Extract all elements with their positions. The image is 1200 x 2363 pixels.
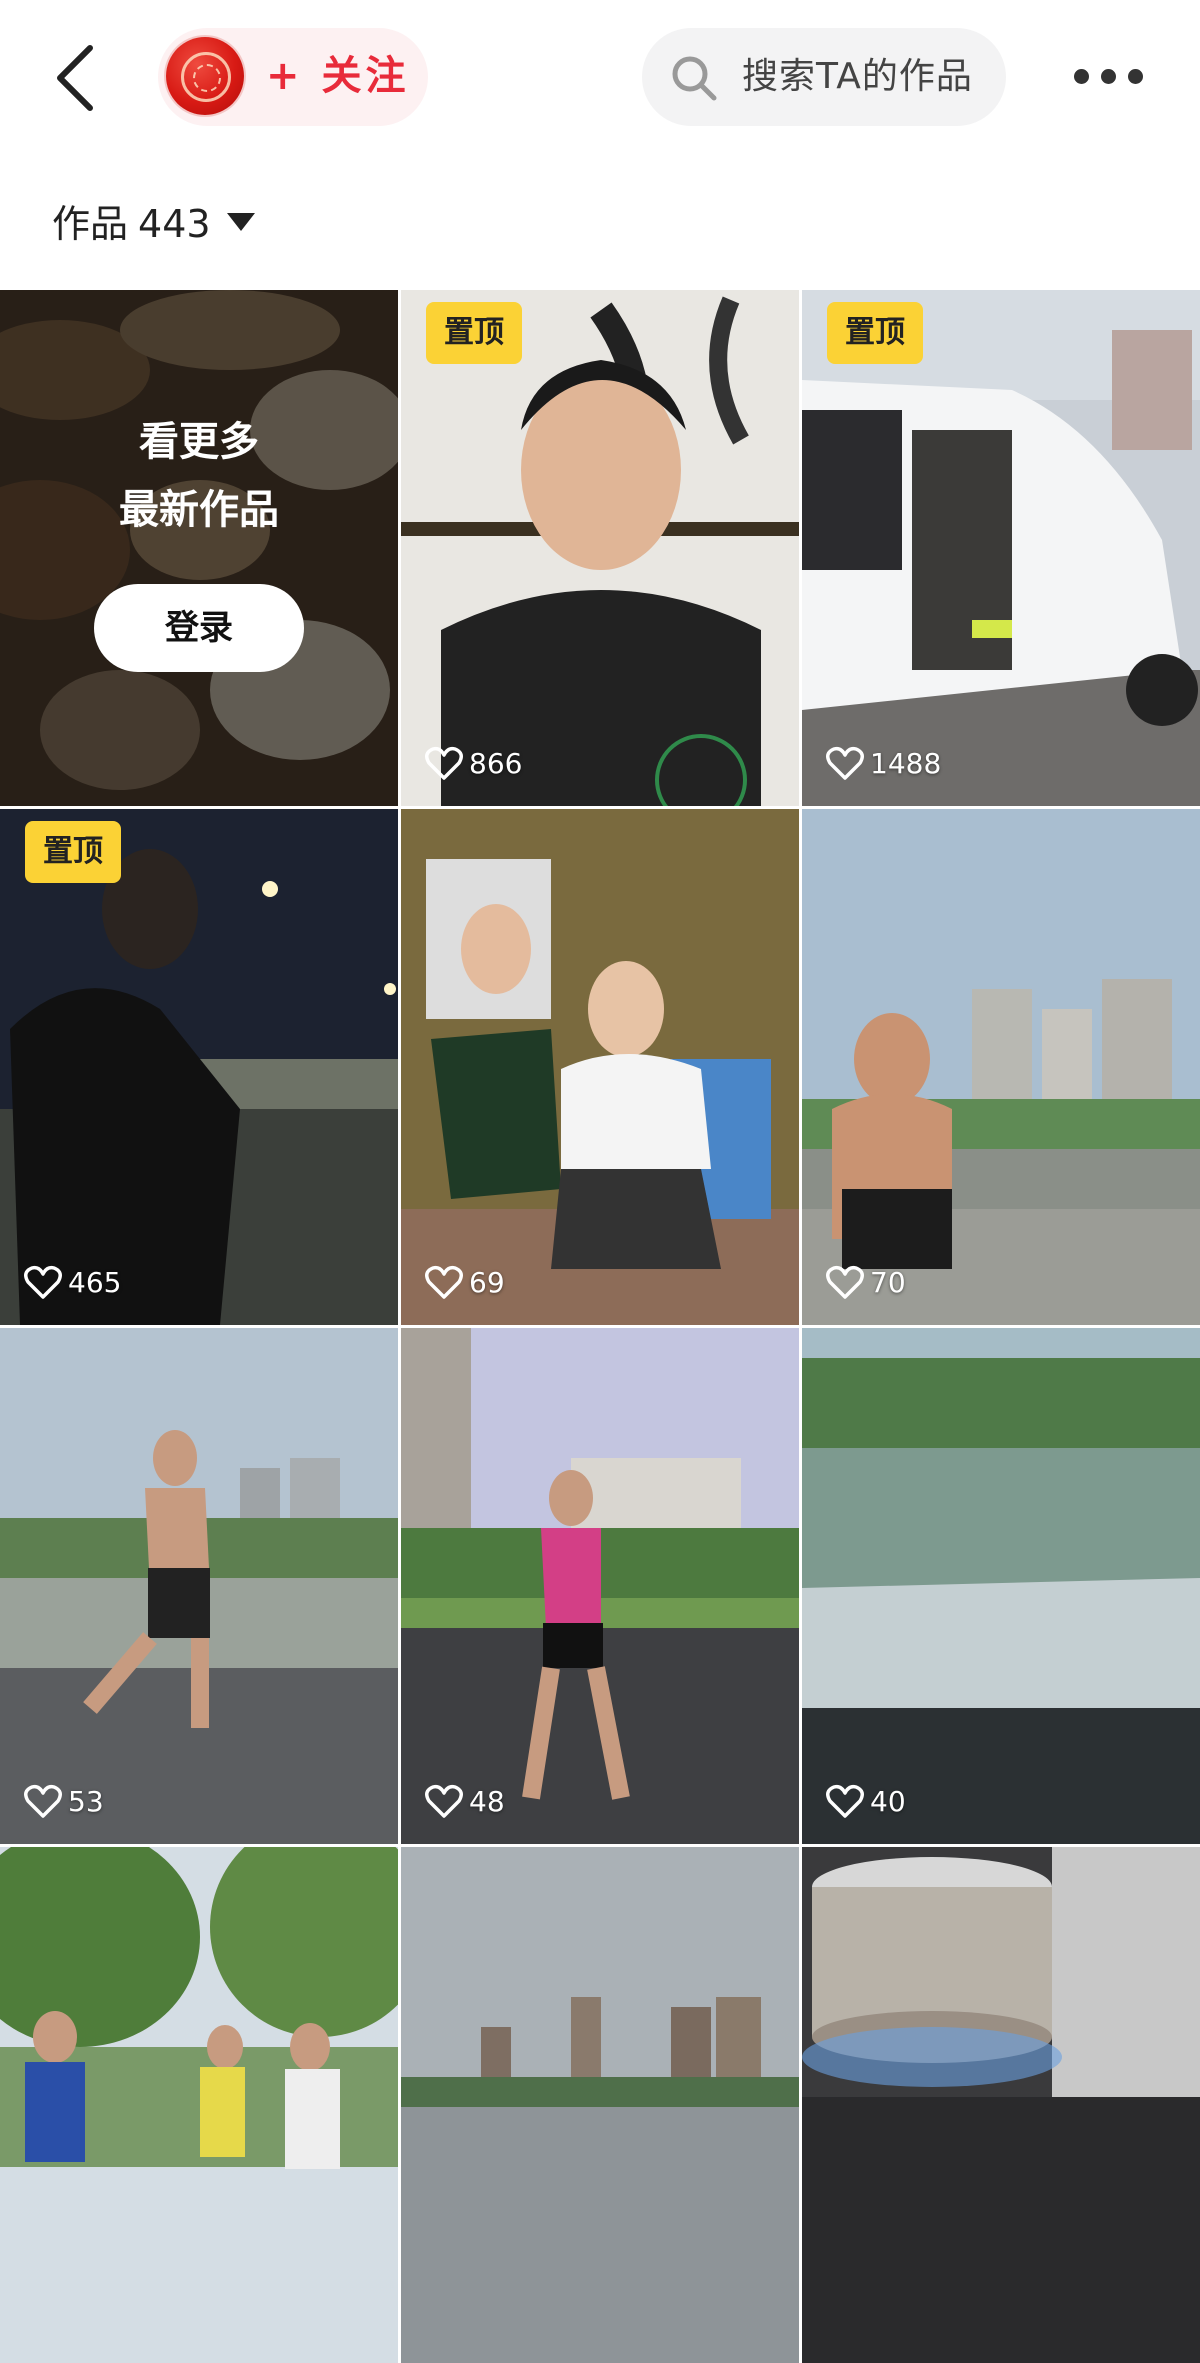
video-thumbnail[interactable]: 48 — [401, 1328, 799, 1844]
search-input[interactable]: 搜索TA的作品 — [642, 28, 1006, 126]
video-thumbnail[interactable] — [0, 1847, 398, 2363]
heart-icon — [425, 1784, 463, 1818]
like-count: 69 — [425, 1263, 505, 1303]
video-thumbnail[interactable]: 40 — [802, 1328, 1200, 1844]
heart-icon — [24, 1265, 62, 1299]
portrait-thumbnail — [401, 290, 799, 806]
login-card[interactable]: 看更多 最新作品 登录 — [0, 290, 398, 806]
like-count: 48 — [425, 1782, 505, 1822]
runners-trees-thumbnail — [0, 1847, 398, 2363]
dark-overlay — [0, 290, 398, 806]
works-label: 作品 — [52, 202, 129, 246]
login-button[interactable]: 登录 — [94, 584, 304, 672]
video-thumbnail[interactable]: 69 — [401, 809, 799, 1325]
works-count: 443 — [138, 202, 211, 246]
follow-button[interactable]: + 关注 — [266, 48, 409, 104]
heart-icon — [24, 1784, 62, 1818]
pinned-badge: 置顶 — [426, 302, 522, 364]
works-count-filter[interactable]: 作品 443 — [52, 198, 255, 250]
top-bar: + 关注 搜索TA的作品 — [0, 0, 1200, 160]
flooded-road-thumbnail — [802, 1328, 1200, 1844]
riverside-thumbnail — [802, 809, 1200, 1325]
van-thumbnail — [802, 290, 1200, 806]
heart-icon — [826, 1784, 864, 1818]
more-options-icon[interactable] — [1074, 62, 1144, 92]
search-icon — [672, 56, 717, 101]
jersey-photo-thumbnail — [401, 809, 799, 1325]
caret-down-icon — [226, 213, 255, 231]
back-arrow-icon[interactable] — [50, 42, 110, 114]
heart-icon — [826, 1265, 864, 1299]
video-thumbnail[interactable]: 53 — [0, 1328, 398, 1844]
video-thumbnail[interactable] — [401, 1847, 799, 2363]
night-run-thumbnail — [0, 809, 398, 1325]
video-thumbnail[interactable]: 置顶 1488 — [802, 290, 1200, 806]
like-count: 70 — [826, 1263, 906, 1303]
heart-icon — [425, 746, 463, 780]
river-run-thumbnail — [0, 1328, 398, 1844]
video-thumbnail[interactable]: 70 — [802, 809, 1200, 1325]
like-count: 40 — [826, 1782, 906, 1822]
like-count: 465 — [24, 1263, 121, 1303]
video-thumbnail[interactable]: 置顶 465 — [0, 809, 398, 1325]
pinned-badge: 置顶 — [25, 821, 121, 883]
cooking-pot-thumbnail — [802, 1847, 1200, 2363]
heart-icon — [425, 1265, 463, 1299]
like-count: 1488 — [826, 744, 941, 784]
search-placeholder: 搜索TA的作品 — [742, 56, 973, 97]
park-run-thumbnail — [401, 1328, 799, 1844]
video-thumbnail[interactable] — [802, 1847, 1200, 2363]
heart-icon — [826, 746, 864, 780]
avatar[interactable] — [166, 37, 244, 115]
city-river-thumbnail — [401, 1847, 799, 2363]
like-count: 53 — [24, 1782, 104, 1822]
like-count: 866 — [425, 744, 522, 784]
see-more-text: 看更多 最新作品 — [119, 419, 279, 533]
video-thumbnail[interactable]: 置顶 866 — [401, 290, 799, 806]
profile-follow-pill: + 关注 — [158, 28, 428, 126]
pinned-badge: 置顶 — [827, 302, 923, 364]
